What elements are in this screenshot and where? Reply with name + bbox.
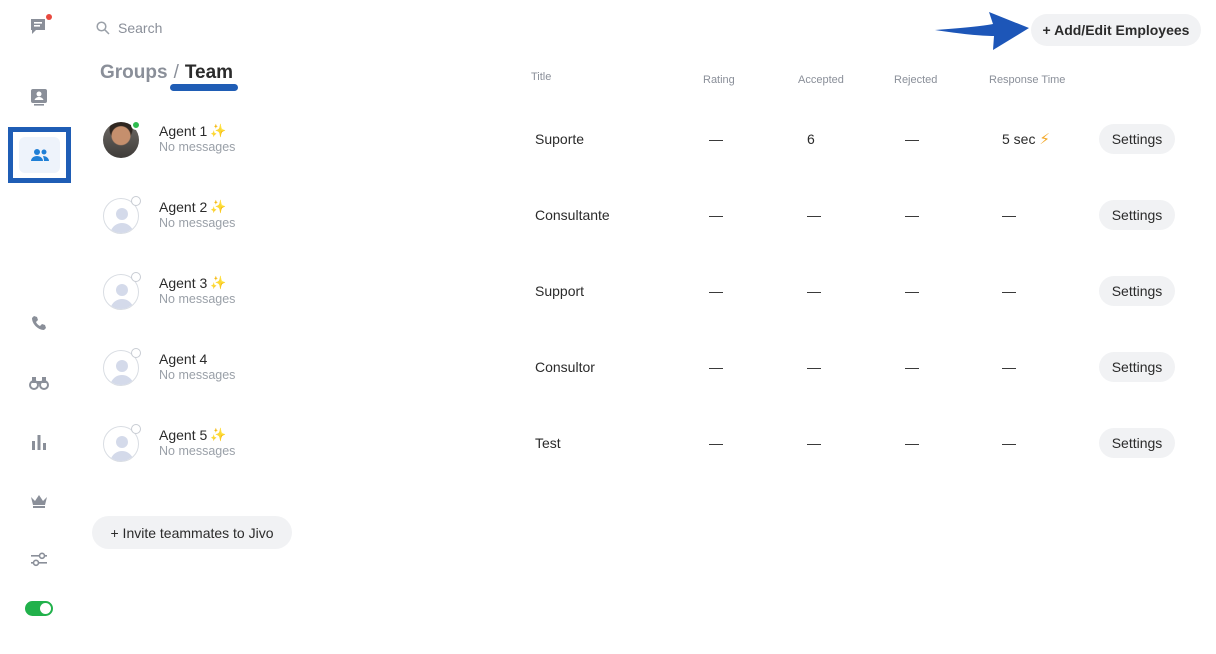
search-input[interactable]: Search: [118, 20, 162, 36]
offline-status-dot: [131, 348, 141, 358]
agent-title: Support: [535, 283, 585, 299]
add-edit-employees-button[interactable]: + Add/Edit Employees: [1031, 14, 1201, 46]
column-header-accepted: Accepted: [798, 74, 844, 86]
settings-button[interactable]: Settings: [1099, 428, 1175, 458]
sparkle-icon: ✨: [210, 275, 227, 290]
team-icon: [30, 149, 49, 161]
rating-value: —: [709, 283, 723, 299]
response-time-cell: 5 sec ⚡: [1002, 130, 1050, 148]
column-header-title: Title: [531, 71, 552, 83]
sparkle-icon: ✨: [210, 199, 227, 214]
agent-title: Consultor: [535, 359, 595, 375]
online-status-dot: [131, 120, 141, 130]
team-nav-item[interactable]: [8, 127, 71, 183]
offline-status-dot: [131, 196, 141, 206]
binoculars-icon[interactable]: [26, 369, 52, 395]
response-time-value: —: [1002, 207, 1016, 223]
response-time-value: 5 sec: [1002, 131, 1036, 147]
chats-icon[interactable]: [26, 14, 52, 40]
offline-status-dot: [131, 272, 141, 282]
settings-sliders-icon[interactable]: [26, 546, 52, 572]
agent-status-text: No messages: [159, 444, 236, 458]
sparkle-icon: ✨: [210, 427, 227, 442]
crown-icon[interactable]: [26, 488, 52, 514]
agent-name: Agent 3 ✨: [159, 275, 226, 291]
accepted-value: —: [807, 207, 821, 223]
rejected-value: —: [905, 207, 919, 223]
agent-title: Consultante: [535, 207, 610, 223]
search-bar[interactable]: Search: [96, 20, 162, 36]
agent-status-text: No messages: [159, 216, 236, 230]
reports-icon[interactable]: [26, 429, 52, 455]
table-row: Agent 5 ✨ No messages Test — — — — Setti…: [100, 414, 1190, 474]
breadcrumb-separator: /: [173, 62, 179, 83]
agent-status-text: No messages: [159, 140, 236, 154]
agent-name: Agent 4: [159, 351, 207, 367]
rating-value: —: [709, 207, 723, 223]
agent-name-text: Agent 1: [159, 123, 208, 139]
accepted-value: —: [807, 435, 821, 451]
breadcrumb: Groups / Team: [100, 62, 233, 84]
agent-name-text: Agent 2: [159, 199, 208, 215]
table-row: Agent 3 ✨ No messages Support — — — — Se…: [100, 262, 1190, 322]
column-header-rejected: Rejected: [894, 74, 938, 86]
table-row: Agent 1 ✨ No messages Suporte — 6 — 5 se…: [100, 110, 1190, 170]
breadcrumb-team: Team: [184, 62, 234, 83]
agent-name-text: Agent 4: [159, 351, 208, 367]
invite-teammates-button[interactable]: + Invite teammates to Jivo: [92, 516, 292, 549]
column-header-response-time: Response Time: [989, 74, 1066, 86]
rejected-value: —: [905, 131, 919, 147]
arrow-annotation-icon: [935, 12, 1029, 50]
rejected-value: —: [905, 359, 919, 375]
settings-button[interactable]: Settings: [1099, 200, 1175, 230]
lightning-icon: ⚡: [1039, 131, 1050, 148]
settings-button[interactable]: Settings: [1099, 352, 1175, 382]
agent-name: Agent 5 ✨: [159, 427, 226, 443]
agent-title: Test: [535, 435, 561, 451]
team-highlight-underline: [170, 84, 238, 91]
rating-value: —: [709, 435, 723, 451]
sparkle-icon: ✨: [210, 123, 227, 138]
rejected-value: —: [905, 435, 919, 451]
search-icon: [96, 21, 110, 35]
table-row: Agent 2 ✨ No messages Consultante — — — …: [100, 186, 1190, 246]
visitors-icon[interactable]: [26, 84, 52, 110]
column-header-rating: Rating: [703, 74, 735, 86]
agent-status-text: No messages: [159, 368, 236, 382]
rating-value: —: [709, 131, 723, 147]
notification-dot: [46, 14, 52, 20]
sidebar: [0, 0, 78, 654]
settings-button[interactable]: Settings: [1099, 124, 1175, 154]
response-time-value: —: [1002, 283, 1016, 299]
toggle-knob: [40, 603, 51, 614]
agent-name: Agent 1 ✨: [159, 123, 226, 139]
response-time-value: —: [1002, 359, 1016, 375]
agent-status-text: No messages: [159, 292, 236, 306]
table-row: Agent 4 No messages Consultor — — — — Se…: [100, 338, 1190, 398]
status-toggle[interactable]: [25, 601, 53, 616]
breadcrumb-groups-link[interactable]: Groups: [100, 62, 168, 84]
rating-value: —: [709, 359, 723, 375]
accepted-value: 6: [807, 131, 815, 147]
response-time-value: —: [1002, 435, 1016, 451]
accepted-value: —: [807, 283, 821, 299]
agent-title: Suporte: [535, 131, 585, 147]
agent-name-text: Agent 3: [159, 275, 208, 291]
accepted-value: —: [807, 359, 821, 375]
phone-icon[interactable]: [26, 310, 52, 336]
agent-name: Agent 2 ✨: [159, 199, 226, 215]
settings-button[interactable]: Settings: [1099, 276, 1175, 306]
agent-name-text: Agent 5: [159, 427, 208, 443]
rejected-value: —: [905, 283, 919, 299]
offline-status-dot: [131, 424, 141, 434]
